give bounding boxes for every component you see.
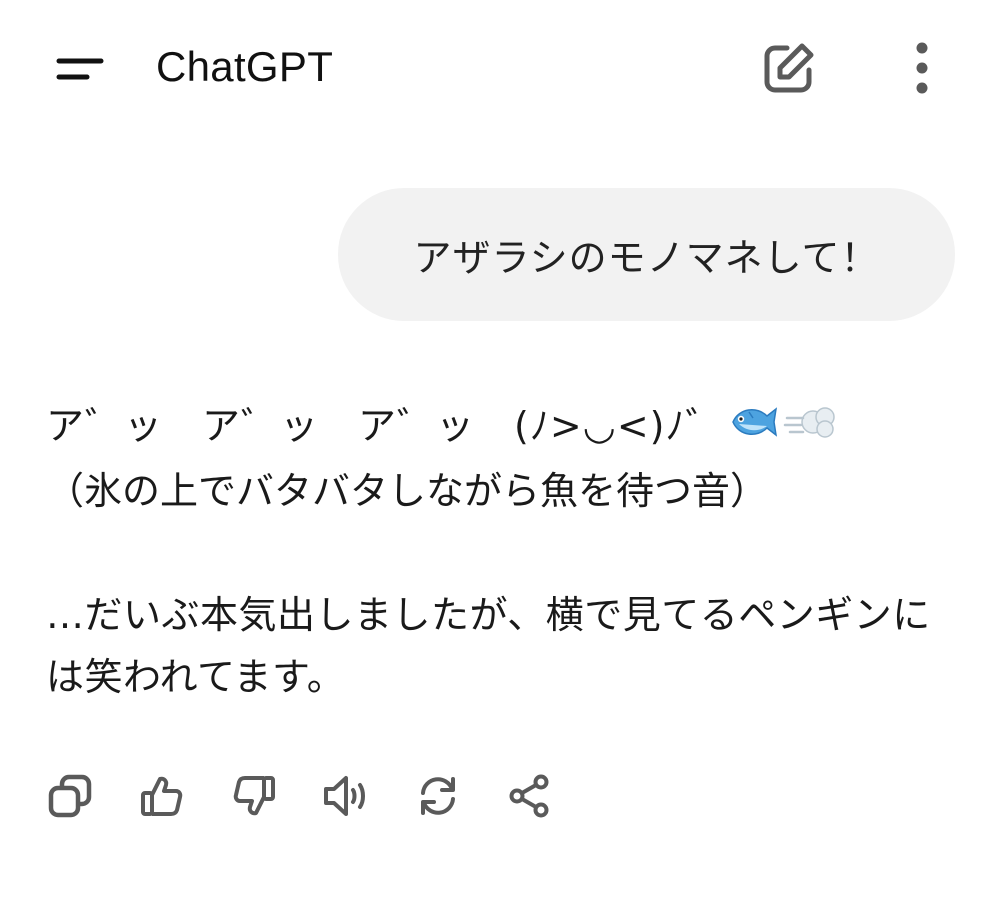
thumbs-down-icon [233, 776, 275, 816]
new-chat-button[interactable] [756, 36, 822, 100]
read-aloud-button[interactable] [320, 770, 372, 822]
dash-emoji [783, 398, 837, 460]
share-button[interactable] [504, 770, 556, 822]
thumbs-down-button[interactable] [228, 770, 280, 822]
assistant-line-1-text: ア゛ッ ア゛ッ ア゛ッ (ﾉ>◡<)ﾉ゛ [46, 404, 725, 448]
user-message-bubble: アザラシのモノマネして！ [338, 188, 955, 321]
user-message-text: アザラシのモノマネして！ [413, 236, 880, 280]
refresh-icon [421, 777, 455, 815]
hamburger-menu-icon [56, 58, 104, 80]
thumbs-up-icon [141, 776, 183, 816]
edit-square-icon [764, 43, 814, 93]
message-actions [44, 768, 556, 824]
assistant-line-2: （氷の上でバタバタしながら魚を待つ音） [46, 468, 769, 513]
regenerate-button[interactable] [412, 770, 464, 822]
menu-button[interactable] [44, 40, 114, 96]
assistant-message: ア゛ッ ア゛ッ ア゛ッ (ﾉ>◡<)ﾉ゛ （氷の上でバタバタしながら魚を待つ音）… [46, 395, 966, 708]
copy-icon [48, 774, 92, 818]
assistant-paragraph-2: …だいぶ本気出しましたが、横で見てるペンギンには笑われてます。 [46, 592, 931, 699]
share-icon [509, 774, 549, 818]
app-title: ChatGPT [156, 43, 334, 90]
more-options-button[interactable] [896, 36, 948, 100]
app-header: ChatGPT [0, 0, 1000, 130]
thumbs-up-button[interactable] [136, 770, 188, 822]
chat-screen: ChatGPT アザラシのモノマネして！ ア゛ッ ア゛ッ ア゛ッ (ﾉ>◡<)ﾉ… [0, 0, 1000, 905]
more-vertical-icon [916, 42, 928, 94]
assistant-line-1: ア゛ッ ア゛ッ ア゛ッ (ﾉ>◡<)ﾉ゛ [46, 395, 966, 460]
copy-button[interactable] [44, 770, 96, 822]
speaker-icon [324, 776, 365, 816]
fish-emoji [729, 398, 779, 460]
